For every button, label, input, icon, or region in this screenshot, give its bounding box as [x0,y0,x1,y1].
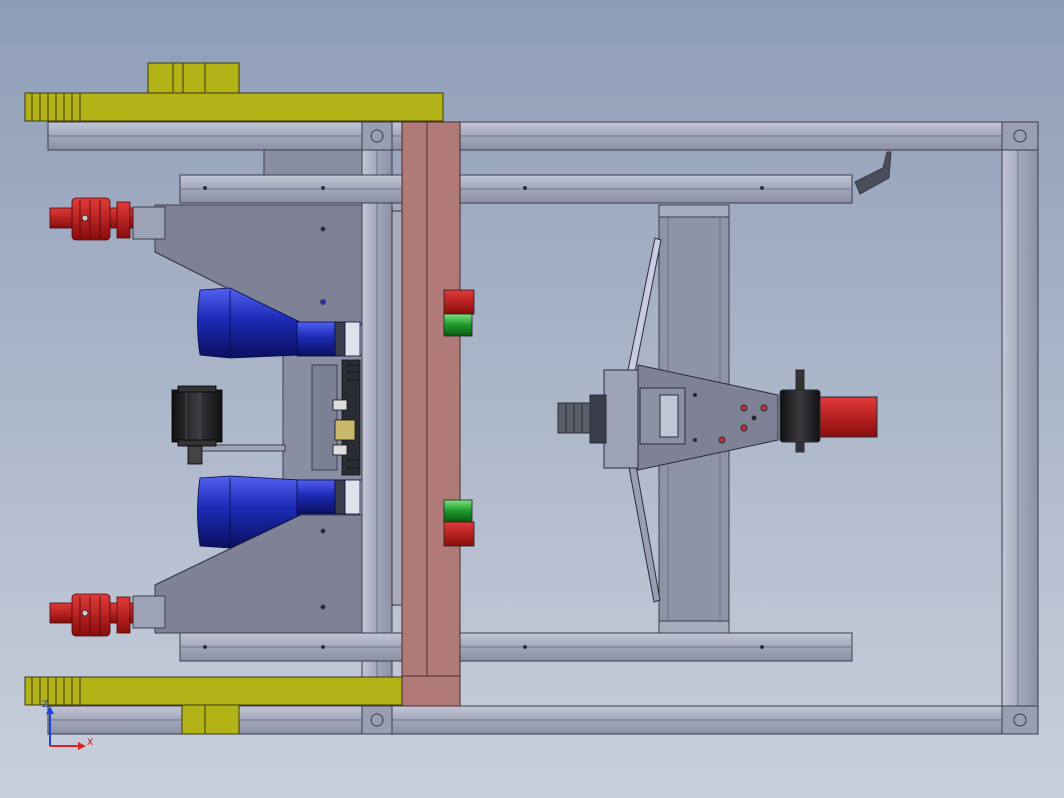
red-block-upper [443,289,475,315]
z-axis-label: Z [42,700,48,710]
green-block-lower [443,499,473,523]
red-wheel-upper [49,197,134,241]
assembly-top-view-drawing [24,62,1039,735]
yellow-bracket-bottom [181,704,240,735]
corner-block-top-right [1001,121,1039,151]
red-block-lower [443,521,475,547]
red-wheel-lower [49,593,134,637]
diagonal-arm-lower [627,459,661,603]
corner-block-top-left [361,121,393,151]
upper-shaft-block [132,206,166,240]
green-block-upper [443,313,473,337]
diagonal-arm-upper [627,237,662,373]
copper-plate [391,121,461,707]
yellow-rail-top [24,92,444,122]
corner-block-bottom-right [1001,705,1039,735]
black-motor-left [171,385,223,465]
axis-triad: X Z [42,700,93,750]
frame-rail-right [1001,121,1039,735]
lower-shaft-block [132,595,166,629]
black-hub [779,389,821,443]
corner-block-bottom-left [361,705,393,735]
x-axis-label: X [87,738,93,748]
x-axis-arrow [78,742,86,750]
upper-plate [263,149,363,176]
red-motor-body [819,396,878,438]
angle-bracket [854,151,892,195]
cad-viewport[interactable]: X Z [0,0,1064,798]
yellow-bracket-top [147,62,240,94]
left-housing [132,149,363,634]
